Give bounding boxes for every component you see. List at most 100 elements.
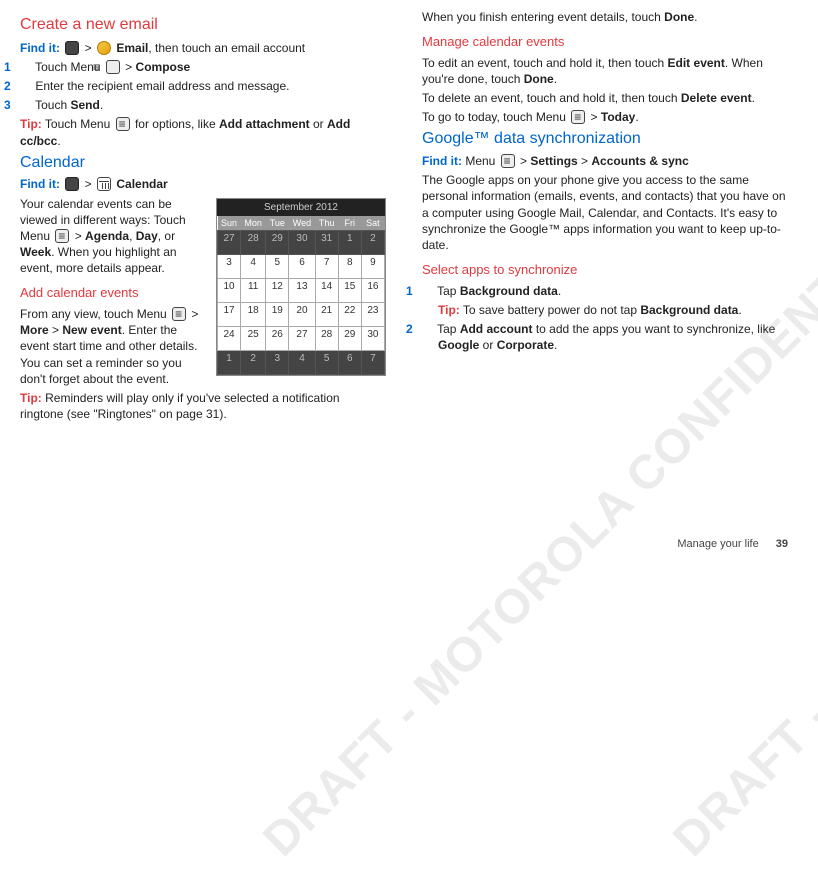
period: . [694, 10, 697, 24]
sep: > [85, 41, 95, 55]
period: . [554, 338, 557, 352]
sync-step-2: 2 Tap Add account to add the apps you wa… [422, 321, 788, 353]
right-column: When you finish entering event details, … [422, 6, 788, 425]
step-num: 2 [20, 78, 32, 94]
text: To delete an event, touch and hold it, t… [422, 91, 681, 105]
text: , or [158, 229, 175, 243]
cal-cell: 27 [218, 231, 241, 255]
cal-cell: 29 [266, 231, 289, 255]
left-column: Create a new email Find it: > Email, the… [20, 6, 386, 425]
sep: > [85, 177, 95, 191]
new-event-label: New event [62, 323, 121, 337]
day-head: Wed [289, 216, 315, 231]
send-label: Send [70, 98, 99, 112]
email-label: Email [116, 41, 148, 55]
cal-cell: 21 [315, 303, 338, 327]
step-3: 3 Touch Send. [20, 97, 386, 113]
day-head: Sat [361, 216, 384, 231]
menu-icon [172, 307, 186, 321]
period: . [635, 110, 638, 124]
cal-cell: 30 [361, 327, 384, 351]
cal-cell: 19 [266, 303, 289, 327]
cal-cell: 28 [241, 231, 266, 255]
apps-icon [65, 177, 79, 191]
sep: > [517, 154, 531, 168]
cal-cell: 31 [315, 231, 338, 255]
find-it-label: Find it: [20, 177, 60, 191]
cal-cell: 26 [266, 327, 289, 351]
text: To edit an event, touch and hold it, the… [422, 56, 668, 70]
more-label: More [20, 323, 49, 337]
cal-cell: 10 [218, 279, 241, 303]
google-label: Google [438, 338, 479, 352]
add-attachment-label: Add attachment [219, 117, 310, 131]
calendar-label: Calendar [116, 177, 167, 191]
cal-cell: 2 [361, 231, 384, 255]
accounts-sync-label: Accounts & sync [591, 154, 688, 168]
step-1: 1 Touch Menu > Compose [20, 59, 386, 75]
done-line: When you finish entering event details, … [422, 9, 788, 25]
heading-select-apps: Select apps to synchronize [422, 261, 788, 279]
done-label: Done [664, 10, 694, 24]
footer-section: Manage your life [677, 538, 758, 550]
tip-battery: Tip: To save battery power do not tap Ba… [422, 302, 788, 318]
step-num: 2 [422, 321, 434, 337]
settings-label: Settings [530, 154, 577, 168]
cal-cell: 13 [289, 279, 315, 303]
sep: > [71, 229, 85, 243]
delete-event-line: To delete an event, touch and hold it, t… [422, 90, 788, 106]
tip-text: Touch Menu [42, 117, 114, 131]
period: . [738, 303, 741, 317]
day-head: Tue [266, 216, 289, 231]
cal-cell: 1 [218, 351, 241, 375]
agenda-label: Agenda [85, 229, 129, 243]
heading-create-email: Create a new email [20, 14, 386, 36]
sep: > [578, 154, 592, 168]
tip-text: for options, like [132, 117, 219, 131]
cal-cell: 4 [241, 255, 266, 279]
day-head: Thu [315, 216, 338, 231]
step-num: 1 [422, 283, 434, 299]
find-it-label: Find it: [20, 41, 60, 55]
period: . [752, 91, 755, 105]
cal-cell: 3 [218, 255, 241, 279]
tip-label: Tip: [20, 391, 42, 405]
sep: > [188, 307, 198, 321]
period: . [558, 284, 561, 298]
menu-icon [116, 117, 130, 131]
find-it-label: Find it: [422, 154, 462, 168]
cal-cell: 25 [241, 327, 266, 351]
cal-cell: 9 [361, 255, 384, 279]
sep: > [122, 60, 136, 74]
page-footer: Manage your life 39 [677, 537, 788, 552]
step-text: Touch [35, 98, 70, 112]
corporate-label: Corporate [497, 338, 554, 352]
page-number: 39 [776, 538, 788, 550]
day-label: Day [136, 229, 158, 243]
cal-cell: 29 [338, 327, 361, 351]
menu-icon [501, 154, 515, 168]
cal-cell: 17 [218, 303, 241, 327]
tip-reminders: Tip: Reminders will play only if you've … [20, 390, 386, 422]
cal-cell: 6 [338, 351, 361, 375]
text: , [129, 229, 136, 243]
edit-event-label: Edit event [668, 56, 725, 70]
calendar-icon [97, 177, 111, 191]
cal-cell: 3 [266, 351, 289, 375]
tip-text: Reminders will play only if you've selec… [20, 391, 340, 421]
text: To go to today, touch Menu [422, 110, 569, 124]
cal-cell: 23 [361, 303, 384, 327]
text: To save battery power do not tap [460, 303, 641, 317]
cal-cell: 6 [289, 255, 315, 279]
step-2: 2 Enter the recipient email address and … [20, 78, 386, 94]
calendar-title: September 2012 [217, 199, 385, 217]
cal-cell: 24 [218, 327, 241, 351]
step-num: 3 [20, 97, 32, 113]
email-icon [97, 41, 111, 55]
find-it-calendar: Find it: > Calendar [20, 176, 386, 192]
menu-icon [106, 60, 120, 74]
add-account-label: Add account [460, 322, 533, 336]
tip-label: Tip: [20, 117, 42, 131]
find-it-sync: Find it: Menu > Settings > Accounts & sy… [422, 153, 788, 169]
day-head: Sun [218, 216, 241, 231]
